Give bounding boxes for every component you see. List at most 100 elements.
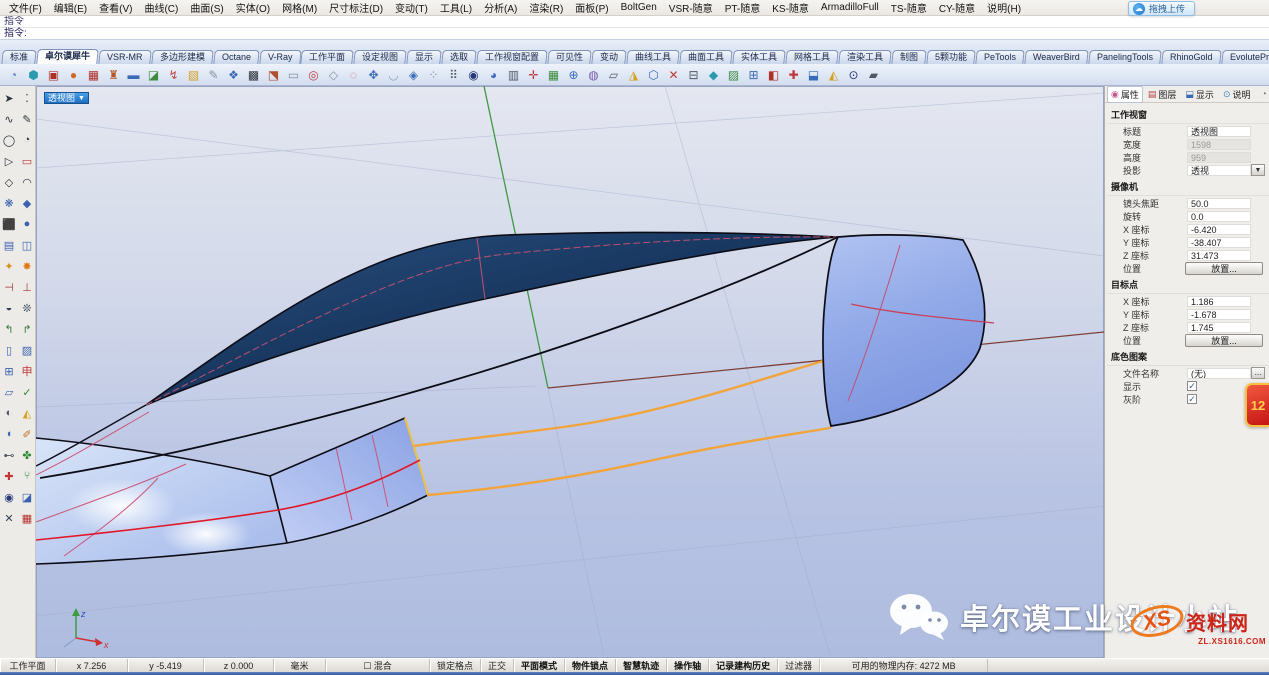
left-toolbar-icon[interactable]: ◠ [19,172,35,192]
left-toolbar-icon[interactable]: ✤ [19,445,35,465]
toolbar-tab[interactable]: 显示 [406,50,441,64]
target-x-value[interactable]: 1.186 [1187,296,1251,307]
left-toolbar-icon[interactable]: ➤ [1,88,17,108]
toolbar-icon[interactable]: ✚ [784,66,803,84]
toolbar-icon[interactable]: ▭ [284,66,303,84]
toolbar-icon[interactable]: ▩ [244,66,263,84]
toolbar-icon[interactable]: ⬢ [24,66,43,84]
left-toolbar-icon[interactable]: 申 [19,361,35,381]
toolbar-icon[interactable]: ◡ [384,66,403,84]
status-pane[interactable]: 可用的物理内存: 4272 MB [820,659,988,672]
camera-rotation-value[interactable]: 0.0 [1187,211,1251,222]
toolbar-icon[interactable]: ◎ [304,66,323,84]
status-pane[interactable]: 操作轴 [667,659,709,672]
camera-y-value[interactable]: -38.407 [1187,237,1251,248]
toolbar-icon[interactable]: ♜ [104,66,123,84]
toolbar-icon[interactable]: ▣ [44,66,63,84]
left-toolbar-icon[interactable]: ▦ [19,508,35,528]
toolbar-icon[interactable]: ⬡ [644,66,663,84]
toolbar-tab[interactable]: 网格工具 [786,50,839,64]
menu-item[interactable]: 实体(O) [230,0,276,16]
menu-item[interactable]: CY-随意 [933,0,981,16]
toolbar-icon[interactable]: ⊕ [564,66,583,84]
left-toolbar-icon[interactable]: ◭ [19,403,35,423]
left-toolbar-icon[interactable]: ▱ [1,382,17,402]
toolbar-tab[interactable]: 设定视图 [353,50,406,64]
left-toolbar-icon[interactable]: ▨ [19,340,35,360]
toolbar-icon[interactable]: ◮ [624,66,643,84]
menu-item[interactable]: 工具(L) [434,0,478,16]
toolbar-tab[interactable]: PeTools [976,50,1026,64]
toolbar-tab[interactable]: 选取 [441,50,476,64]
left-toolbar-icon[interactable]: ✸ [19,256,35,276]
status-pane[interactable]: 物件锁点 [565,659,616,672]
toolbar-icon[interactable]: ◍ [584,66,603,84]
menu-item[interactable]: 变动(T) [389,0,434,16]
toolbar-icon[interactable]: ▬ [124,66,143,84]
left-toolbar-icon[interactable]: ◐ [1,403,17,423]
menu-item[interactable]: 尺寸标注(D) [323,0,389,16]
left-toolbar-icon[interactable]: ◇ [1,172,17,192]
status-pane[interactable]: 智慧轨迹 [616,659,667,672]
status-pane[interactable] [988,659,1269,672]
menu-item[interactable]: 面板(P) [569,0,614,16]
target-z-value[interactable]: 1.745 [1187,322,1251,333]
menu-item[interactable]: 曲面(S) [184,0,229,16]
panel-tab[interactable]: ⬓ 显示 [1181,86,1218,103]
toolbar-tab[interactable]: 卓尔谟犀牛 [36,49,99,64]
panel-tab[interactable]: ⊙ 说明 [1219,86,1255,103]
toolbar-icon[interactable]: ▰ [864,66,883,84]
left-toolbar-icon[interactable]: ⑂ [19,466,35,486]
left-toolbar-icon[interactable]: ⬛ [1,214,17,234]
toolbar-icon[interactable]: ◆ [704,66,723,84]
projection-select[interactable]: 透视 [1187,165,1251,176]
menu-item[interactable]: 编辑(E) [48,0,93,16]
toolbar-icon[interactable]: ◔ [4,66,23,84]
promo-12-badge[interactable]: 12 [1245,383,1269,427]
left-toolbar-icon[interactable]: ◒ [1,298,17,318]
quad-patch-surface[interactable] [270,418,428,543]
toolbar-icon[interactable]: ◌ [344,66,363,84]
left-toolbar-icon[interactable]: ✚ [1,466,17,486]
viewport-title-value[interactable]: 透视图 [1187,126,1251,137]
status-pane[interactable]: y -5.419 [128,659,204,672]
left-toolbar-icon[interactable]: ↱ [19,319,35,339]
toolbar-icon[interactable]: ⁘ [424,66,443,84]
toolbar-icon[interactable]: ◪ [144,66,163,84]
toolbar-tab[interactable]: WeaverBird [1025,50,1089,64]
right-panel-surface[interactable] [823,235,994,426]
toolbar-icon[interactable]: ▨ [724,66,743,84]
menu-item[interactable]: PT-随意 [719,0,767,16]
toolbar-icon[interactable]: ▱ [604,66,623,84]
toolbar-tab[interactable]: EvolutePro [1221,50,1269,64]
toolbar-tab[interactable]: 标准 [1,50,36,64]
status-pane[interactable]: ☐ 混合 [326,659,430,672]
left-toolbar-icon[interactable]: ↰ [1,319,17,339]
toolbar-icon[interactable]: ◧ [764,66,783,84]
toolbar-icon[interactable]: ⬔ [264,66,283,84]
left-toolbar-icon[interactable]: ✓ [19,382,35,402]
toolbar-icon[interactable]: ⊞ [744,66,763,84]
left-surface-group[interactable] [36,438,287,564]
menu-item[interactable]: 渲染(R) [523,0,569,16]
toolbar-tab[interactable]: 变动 [591,50,626,64]
left-toolbar-icon[interactable]: ⊷ [1,445,17,465]
left-toolbar-icon[interactable]: ⊣ [1,277,17,297]
panel-tab[interactable]: ◉ 属性 [1107,86,1143,103]
menu-item[interactable]: 曲线(C) [138,0,184,16]
menu-item[interactable]: VSR-随意 [663,0,719,16]
left-toolbar-icon[interactable]: ⊥ [19,277,35,297]
toolbar-tab[interactable]: 5颗功能 [927,50,976,64]
left-toolbar-icon[interactable]: ▭ [19,151,35,171]
toolbar-tab[interactable]: 可见性 [547,50,591,64]
navy-band-surface[interactable] [146,232,838,405]
panel-options-icon[interactable]: ◔ [1261,89,1267,100]
left-toolbar-icon[interactable]: ◉ [1,487,17,507]
toolbar-tab[interactable]: Octane [213,50,260,64]
target-y-value[interactable]: -1.678 [1187,309,1251,320]
toolbar-icon[interactable]: ◕ [484,66,503,84]
left-toolbar-icon[interactable]: ◆ [19,193,35,213]
toolbar-tab[interactable]: PanelingTools [1088,50,1162,64]
status-pane[interactable]: 工作平面 [0,659,56,672]
left-toolbar-icon[interactable]: ◖ [1,424,17,444]
